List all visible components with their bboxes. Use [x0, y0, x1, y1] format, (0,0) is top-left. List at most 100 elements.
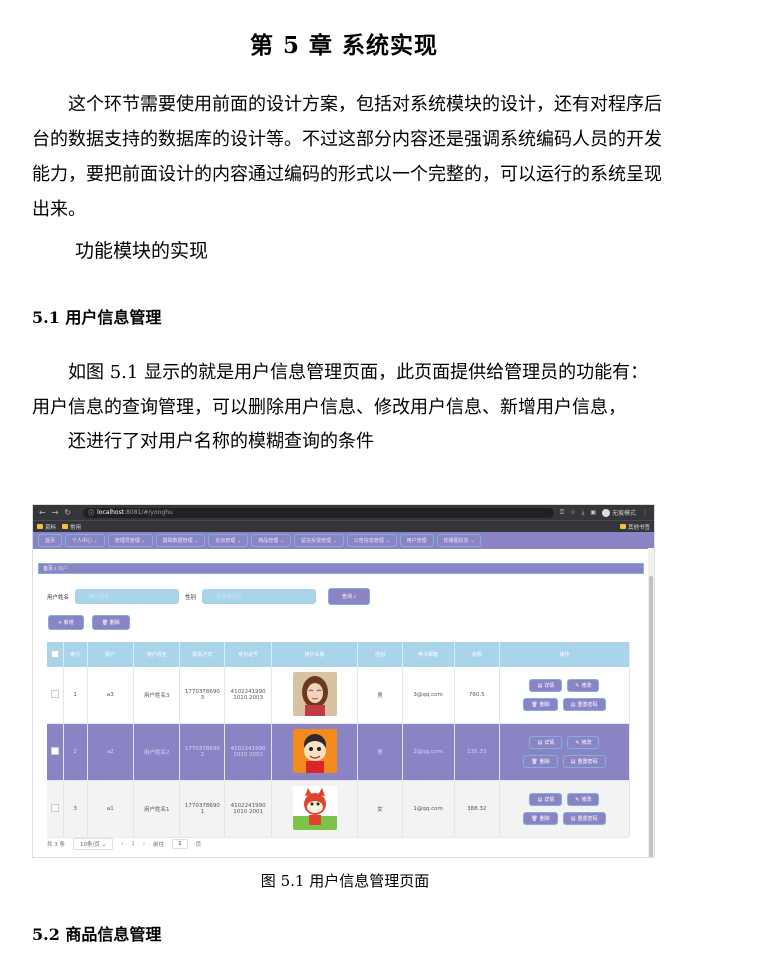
menu-goods[interactable]: 商品管理 ⌄ — [251, 534, 291, 547]
section-2-title: 5.2 商品信息管理 — [32, 925, 162, 944]
cell-id-card: 41022419901010 2002 — [224, 723, 272, 781]
star-icon[interactable]: ☆ — [570, 509, 575, 516]
add-label: 新增 — [63, 620, 74, 626]
search-button[interactable]: 查询 ⌕ — [328, 588, 371, 605]
cell-id-card: 41022419901010 2001 — [224, 780, 272, 838]
cell-index: 1 — [63, 667, 88, 724]
menu-basic-data[interactable]: 基础数据管理 ⌄ — [155, 534, 206, 547]
pagination: 共 3 条 10条/页 ⌄ ‹ 1 › 前往 1 页 — [47, 838, 201, 850]
cell-avatar — [271, 667, 359, 724]
delete-button[interactable]: 🗑 删除 — [523, 698, 558, 711]
reset-password-button[interactable]: ▤ 重置密码 — [562, 812, 606, 825]
edit-button[interactable]: ✎ 修改 — [567, 793, 600, 806]
avatar-cartoon-fox[interactable] — [292, 786, 337, 830]
table-row[interactable]: 3 a1 用户姓名1 17703786901 41022419901010 20… — [47, 780, 631, 838]
detail-label: 详情 — [544, 740, 555, 746]
avatar-cartoon-boy[interactable] — [292, 729, 337, 773]
delete-label: 删除 — [539, 759, 550, 765]
scrollbar-thumb[interactable] — [649, 576, 653, 857]
col-header: 性别 — [357, 642, 403, 667]
user-table: 索引 账户 用户姓名 联系方式 身份证号 用户头像 性别 电子邮箱 余额 操作 … — [47, 642, 631, 838]
row-checkbox[interactable] — [50, 690, 59, 698]
delete-label: 删除 — [109, 620, 120, 626]
row-checkbox[interactable] — [50, 747, 59, 755]
sidepanel-icon[interactable]: ▣ — [590, 509, 596, 516]
name-label: 用户姓名 — [47, 594, 70, 601]
edit-label: 修改 — [581, 797, 592, 803]
edit-button[interactable]: ✎ 修改 — [567, 679, 600, 692]
current-page[interactable]: 1 — [131, 841, 135, 847]
page-scrollbar[interactable] — [648, 548, 654, 857]
folder-icon — [62, 524, 69, 529]
subheading: 功能模块的实现 — [75, 240, 209, 262]
key-icon[interactable]: ⚿ — [560, 509, 565, 517]
bookmark-label: 常用 — [70, 524, 82, 531]
delete-button[interactable]: 🗑 删除 — [523, 812, 558, 825]
cell-index: 3 — [63, 780, 88, 838]
breadcrumb-home[interactable]: 首页 — [43, 565, 53, 572]
menu-users[interactable]: 用户管理 — [399, 534, 434, 547]
trash-icon: 🗑 — [531, 758, 538, 765]
batch-delete-button[interactable]: 🗑 删除 — [91, 615, 130, 630]
avatar-photo-girl[interactable] — [292, 672, 337, 716]
menu-home[interactable]: 首页 — [38, 534, 63, 547]
delete-button[interactable]: 🗑 删除 — [523, 755, 558, 768]
app-menu-bar: 首页 个人中心 ⌄ 管理员管理 ⌄ 基础数据管理 ⌄ 论坛管理 ⌄ 商品管理 ⌄… — [33, 532, 654, 549]
detail-icon: ▤ — [537, 682, 543, 689]
cell-email: 3@qq.com — [402, 667, 455, 724]
next-page-icon[interactable]: › — [143, 841, 145, 847]
figure-caption: 图 5.1 用户信息管理页面 — [260, 872, 430, 890]
gender-select[interactable]: 请选择性别 — [202, 589, 317, 604]
incognito-badge[interactable]: 无痕模式 — [601, 508, 636, 517]
breadcrumb-current: 用户 — [57, 566, 68, 572]
col-header: 操作 — [499, 642, 631, 667]
info-icon: ⓘ — [88, 510, 95, 517]
menu-carousel[interactable]: 轮播图信息 ⌄ — [436, 534, 482, 547]
table-row[interactable]: 1 a3 用户姓名3 17703786903 41022419901010 20… — [47, 667, 631, 724]
other-bookmarks[interactable]: 其他书签 — [619, 523, 650, 531]
back-icon[interactable]: ← — [39, 508, 46, 517]
menu-label: 管理员管理 — [114, 538, 140, 544]
cell-balance: 388.32 — [454, 780, 500, 838]
add-button[interactable]: + 新增 — [48, 615, 84, 630]
detail-label: 详情 — [544, 797, 555, 803]
edit-icon: ✎ — [575, 739, 580, 746]
bookmark-folder[interactable]: 常用 — [62, 523, 81, 531]
menu-label: 论坛管理 — [215, 538, 236, 544]
goto-input[interactable]: 1 — [172, 839, 188, 849]
edit-button[interactable]: ✎ 修改 — [567, 736, 600, 749]
menu-admin[interactable]: 管理员管理 ⌄ — [107, 534, 153, 547]
forward-icon[interactable]: → — [52, 508, 59, 517]
menu-profile[interactable]: 个人中心 ⌄ — [65, 534, 105, 547]
detail-button[interactable]: ▤ 详情 — [529, 736, 563, 749]
cell-avatar — [271, 780, 359, 838]
download-icon[interactable]: ⤓ — [582, 509, 585, 517]
col-header: 电子邮箱 — [402, 642, 455, 667]
menu-dots-icon[interactable]: ⋮ — [642, 509, 648, 516]
menu-label: 个人中心 — [72, 538, 93, 544]
cell-account: a2 — [87, 723, 135, 781]
prev-page-icon[interactable]: ‹ — [121, 841, 123, 847]
bookmark-label: 其他书签 — [627, 524, 650, 531]
page-size-select[interactable]: 10条/页 ⌄ — [73, 838, 114, 850]
detail-button[interactable]: ▤ 详情 — [529, 679, 563, 692]
cell-account: a3 — [87, 667, 135, 724]
menu-feedback[interactable]: 留言反馈管理 ⌄ — [294, 534, 344, 547]
menu-notice[interactable]: 公告信息管理 ⌄ — [346, 534, 397, 547]
address-bar[interactable]: ⓘ localhost:8081/#/yonghu — [83, 507, 554, 518]
reload-icon[interactable]: ↻ — [64, 508, 71, 517]
cell-id-card: 41022419901010 2003 — [224, 667, 272, 724]
name-search-input[interactable]: 用户姓名 — [75, 589, 180, 604]
menu-forum[interactable]: 论坛管理 ⌄ — [208, 534, 249, 547]
table-row[interactable]: 2 a2 用户姓名2 17703786902 41022419901010 20… — [47, 723, 631, 781]
bookmark-folder[interactable]: 资料 — [37, 523, 56, 531]
row-checkbox[interactable] — [50, 804, 59, 812]
reset-password-button[interactable]: ▤ 重置密码 — [562, 755, 606, 768]
menu-label: 留言反馈管理 — [301, 538, 332, 544]
trash-icon: 🗑 — [531, 701, 538, 708]
select-all-checkbox[interactable] — [50, 649, 59, 658]
col-header: 身份证号 — [224, 642, 272, 667]
intro-paragraph: 这个环节需要使用前面的设计方案，包括对系统模块的设计，还有对程序后台的数据支持的… — [32, 94, 662, 220]
detail-button[interactable]: ▤ 详情 — [529, 793, 563, 806]
reset-password-button[interactable]: ▤ 重置密码 — [562, 698, 606, 711]
